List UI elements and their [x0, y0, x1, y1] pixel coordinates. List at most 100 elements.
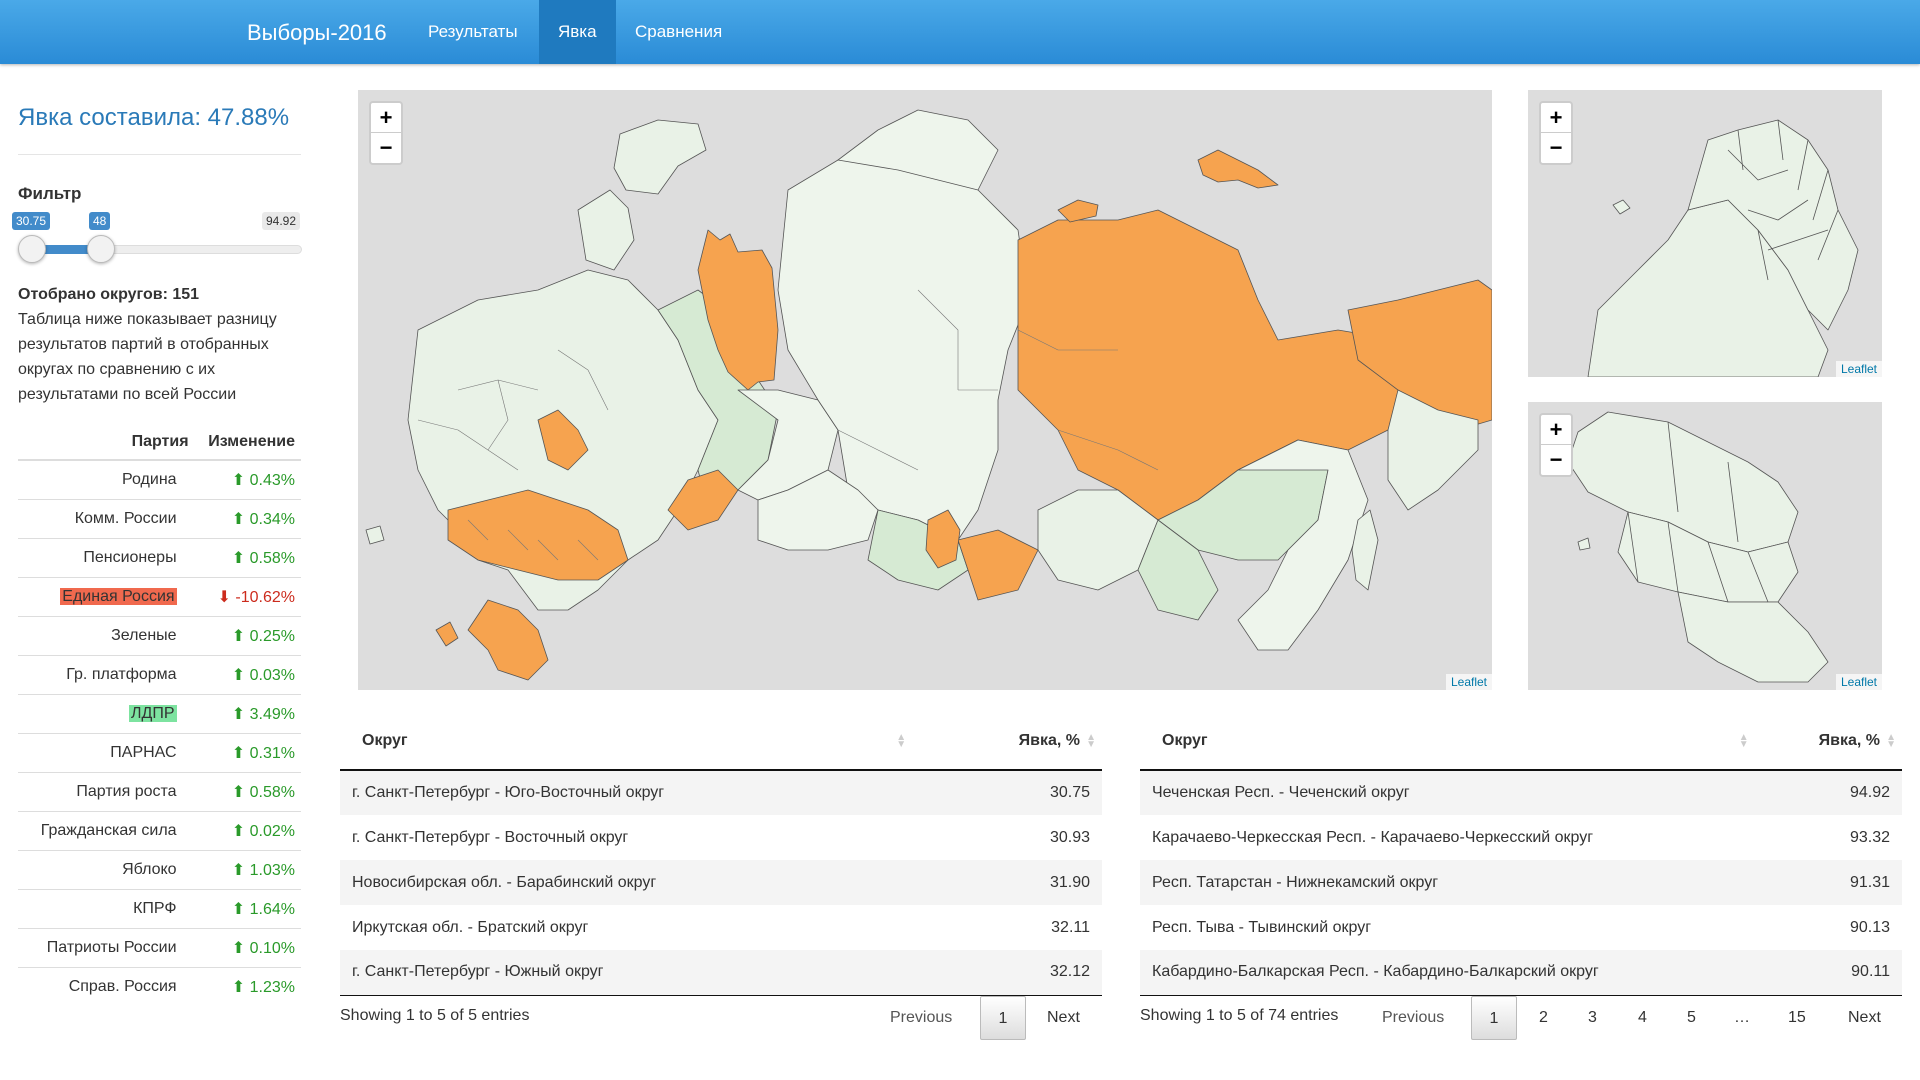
party-row: КПРФ ⬆ 1.64%	[18, 888, 301, 928]
spb-map-attribution[interactable]: Leaflet	[1835, 674, 1882, 690]
district-cell: Карачаево-Черкесская Респ. - Карачаево-Ч…	[1152, 828, 1594, 846]
party-name-cell: Справ. Россия	[18, 966, 195, 1006]
table-row[interactable]: Респ. Татарстан - Нижнекамский округ 91.3…	[1140, 860, 1902, 905]
table-row[interactable]: г. Санкт-Петербург - Юго-Восточный округ…	[340, 770, 1102, 815]
party-row: Яблоко ⬆ 1.03%	[18, 849, 301, 889]
party-row: Пенсионеры ⬆ 0.58%	[18, 537, 301, 577]
turnout-column-header[interactable]: Явка, % ▲ ▼	[1762, 712, 1902, 771]
party-change-cell: ⬆ 0.03%	[194, 654, 301, 694]
party-name: Патриоты России	[46, 938, 177, 956]
party-row: Комм. России ⬆ 0.34%	[18, 498, 301, 538]
turnout-cell: 30.75	[920, 770, 1102, 815]
district-cell: Иркутская обл. - Братский округ	[352, 918, 589, 936]
slider-value-handle[interactable]	[87, 235, 115, 263]
spb-zoom-in-button[interactable]: +	[1541, 415, 1571, 445]
low-next-button[interactable]: Next	[1047, 1009, 1080, 1027]
zoom-out-button[interactable]: −	[371, 133, 401, 163]
district-column-header[interactable]: Округ ▲ ▼	[340, 712, 921, 771]
nav-results[interactable]: Результаты	[409, 0, 537, 64]
turnout-cell: 31.90	[920, 860, 1102, 905]
party-row: Гражданская сила ⬆ 0.02%	[18, 810, 301, 850]
party-name-cell: КПРФ	[18, 888, 195, 928]
party-change-cell: ⬆ 0.34%	[194, 498, 301, 538]
party-row: Справ. Россия ⬆ 1.23%	[18, 966, 301, 1006]
low-table-info: Showing 1 to 5 of 5 entries	[340, 1007, 530, 1024]
high-turnout-table: Округ ▲ ▼ Явка, % ▲ ▼ Чеченская Респ. - Чече…	[1140, 712, 1902, 996]
nav-turnout[interactable]: Явка	[539, 0, 616, 64]
high-prev-button[interactable]: Previous	[1382, 1009, 1444, 1027]
turnout-cell: 91.31	[1762, 860, 1902, 905]
high-page-15-button[interactable]: 15	[1788, 1009, 1806, 1027]
party-change-value: 0.10%	[249, 939, 295, 957]
slider-min-handle[interactable]	[18, 235, 46, 263]
high-table-info: Showing 1 to 5 of 74 entries	[1140, 1007, 1339, 1024]
turnout-cell: 32.12	[920, 950, 1102, 996]
high-page-4-button[interactable]: 4	[1638, 1009, 1647, 1027]
high-next-button[interactable]: Next	[1848, 1009, 1881, 1027]
nav-comparisons[interactable]: Сравнения	[616, 0, 741, 64]
spb-inset-map[interactable]: + − Leaflet	[1528, 402, 1882, 690]
party-name: Комм. России	[74, 509, 177, 527]
sort-icon: ▲ ▼	[1086, 732, 1096, 750]
turnout-cell: 93.32	[1849, 828, 1890, 846]
turnout-column-header[interactable]: Явка, % ▲ ▼	[920, 712, 1102, 771]
table-row[interactable]: Чеченская Респ. - Чеченский округ 94.92	[1140, 770, 1902, 815]
moscow-zoom-in-button[interactable]: +	[1541, 103, 1571, 133]
party-change-cell: ⬇ -10.62%	[194, 576, 301, 616]
party-name: ПАРНАС	[110, 743, 177, 761]
turnout-title: Явка составила: 47.88%	[18, 104, 290, 131]
table-row[interactable]: г. Санкт-Петербург - Восточный округ 30.9…	[340, 815, 1102, 860]
moscow-inset-map[interactable]: + − Leaflet	[1528, 90, 1882, 377]
low-prev-button[interactable]: Previous	[890, 1009, 952, 1027]
moscow-zoom-out-button[interactable]: −	[1541, 133, 1571, 163]
party-change-cell: ⬆ 0.25%	[194, 615, 301, 655]
table-row[interactable]: Карачаево-Черкесская Респ. - Карачаево-Ч…	[1140, 815, 1902, 860]
party-name-cell: Зеленые	[18, 615, 195, 655]
russia-districts-map[interactable]	[358, 90, 1492, 690]
party-row: Партия роста ⬆ 0.58%	[18, 771, 301, 811]
map-attribution[interactable]: Leaflet	[1445, 674, 1492, 690]
spb-map-zoom-control: + −	[1539, 413, 1573, 477]
district-cell: г. Санкт-Петербург - Юго-Восточный округ	[340, 770, 921, 815]
party-name-cell: Гр. платформа	[18, 654, 195, 694]
region-islands	[1197, 149, 1279, 189]
table-row[interactable]: Иркутская обл. - Братский округ 32.11	[340, 905, 1102, 950]
low-page-1-button[interactable]: 1	[980, 996, 1026, 1040]
main-map-zoom-control: + −	[369, 101, 403, 165]
region-kola	[613, 119, 707, 195]
brand-title[interactable]: Выборы-2016	[247, 20, 387, 46]
table-row[interactable]: г. Санкт-Петербург - Южный округ 32.12	[340, 950, 1102, 996]
district-column-header[interactable]: Округ ▲ ▼	[1140, 712, 1763, 771]
spb-districts-map[interactable]	[1528, 402, 1882, 690]
party-change-value: 1.23%	[249, 978, 295, 996]
moscow-districts-map[interactable]	[1528, 90, 1882, 377]
high-page-1-button[interactable]: 1	[1471, 996, 1517, 1040]
high-page-2-button[interactable]: 2	[1539, 1009, 1548, 1027]
party-change-value: 0.03%	[249, 666, 295, 684]
spb-zoom-out-button[interactable]: −	[1541, 445, 1571, 475]
table-row[interactable]: Респ. Тыва - Тывинский округ 90.13	[1140, 905, 1902, 950]
district-cell: Респ. Тыва - Тывинский округ	[1152, 918, 1372, 936]
turnout-header-label: Явка, %	[1818, 731, 1880, 749]
filter-label: Фильтр	[18, 184, 82, 203]
moscow-map-attribution[interactable]: Leaflet	[1835, 361, 1882, 377]
sort-icon: ▲ ▼	[1886, 732, 1896, 750]
main-map[interactable]: + − Leaflet	[358, 90, 1492, 690]
high-page-5-button[interactable]: 5	[1687, 1009, 1696, 1027]
arrow-up-icon: ⬆	[231, 705, 246, 723]
zelenograd	[1612, 199, 1631, 215]
zoom-in-button[interactable]: +	[371, 103, 401, 133]
region-karelia	[577, 189, 635, 271]
high-page-3-button[interactable]: 3	[1588, 1009, 1597, 1027]
party-change-value: -10.62%	[235, 588, 295, 606]
party-column-header: Партия	[18, 424, 195, 461]
party-change-value: 0.31%	[249, 744, 295, 762]
table-row[interactable]: Кабардино-Балкарская Респ. - Кабардино-Б…	[1140, 950, 1902, 996]
table-row[interactable]: Новосибирская обл. - Барабинский округ 31…	[340, 860, 1102, 905]
turnout-cell: 94.92	[1762, 770, 1902, 815]
turnout-cell: 30.93	[1049, 828, 1090, 846]
party-change-cell: ⬆ 3.49%	[194, 693, 301, 733]
party-name: Единая Россия	[60, 587, 177, 605]
slider-min-tag: 30.75	[12, 212, 51, 230]
party-change-cell: ⬆ 0.10%	[194, 927, 301, 967]
